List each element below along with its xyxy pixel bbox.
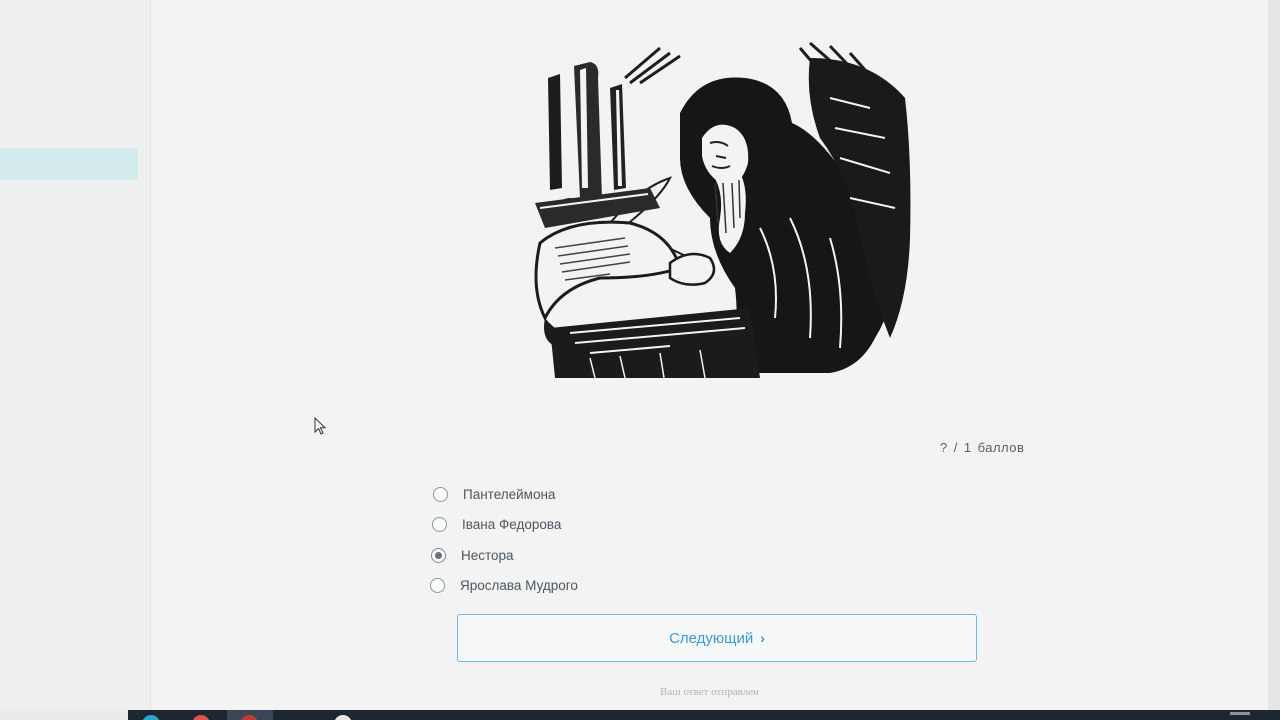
question-illustration	[530, 38, 915, 383]
taskbar-clock[interactable]	[1230, 712, 1250, 715]
radio-button[interactable]	[433, 486, 448, 502]
page-right-edge	[1268, 0, 1280, 710]
radio-button[interactable]	[432, 517, 447, 533]
answer-option-label: Івана Федорова	[462, 517, 562, 533]
sidebar-active-item[interactable]	[0, 148, 138, 180]
answer-option-label: Нестора	[461, 547, 514, 563]
answer-option-label: Ярослава Мудрого	[460, 578, 578, 594]
score-separator: /	[953, 440, 958, 455]
answer-option-label: Пантелеймона	[463, 486, 556, 502]
os-taskbar	[0, 710, 1280, 720]
answer-option-yaroslav-mudry[interactable]: Ярослава Мудрого	[430, 571, 578, 602]
answer-option-panteleimon[interactable]: Пантелеймона	[433, 479, 578, 510]
answer-option-ivan-fedorov[interactable]: Івана Федорова	[432, 510, 578, 541]
answer-option-nestor[interactable]: Нестора	[431, 540, 578, 571]
quiz-screen: ? / 1 баллов Пантелеймона Івана Федорова Не…	[0, 0, 1280, 720]
next-button-label: Следующий	[669, 629, 754, 647]
radio-button-selected[interactable]	[431, 547, 446, 563]
score-unit: баллов	[977, 440, 1025, 455]
next-button[interactable]: Следующий ›	[457, 614, 977, 662]
score-max: 1	[963, 440, 972, 455]
score-earned: ?	[940, 440, 948, 455]
mouse-cursor-icon	[314, 417, 327, 435]
taskbar-app-icon[interactable]	[192, 715, 210, 720]
taskbar-app-icon[interactable]	[142, 715, 160, 720]
answer-status-text: Ваш ответ отправлен	[660, 686, 759, 698]
left-sidebar	[0, 0, 151, 710]
taskbar-app-icon[interactable]	[334, 715, 352, 720]
answer-options: Пантелеймона Івана Федорова Нестора Ярос…	[430, 479, 578, 601]
chevron-right-icon: ›	[760, 630, 765, 646]
radio-button[interactable]	[430, 578, 445, 594]
question-score: ? / 1 баллов	[940, 440, 1030, 455]
taskbar-left-area	[0, 710, 128, 720]
